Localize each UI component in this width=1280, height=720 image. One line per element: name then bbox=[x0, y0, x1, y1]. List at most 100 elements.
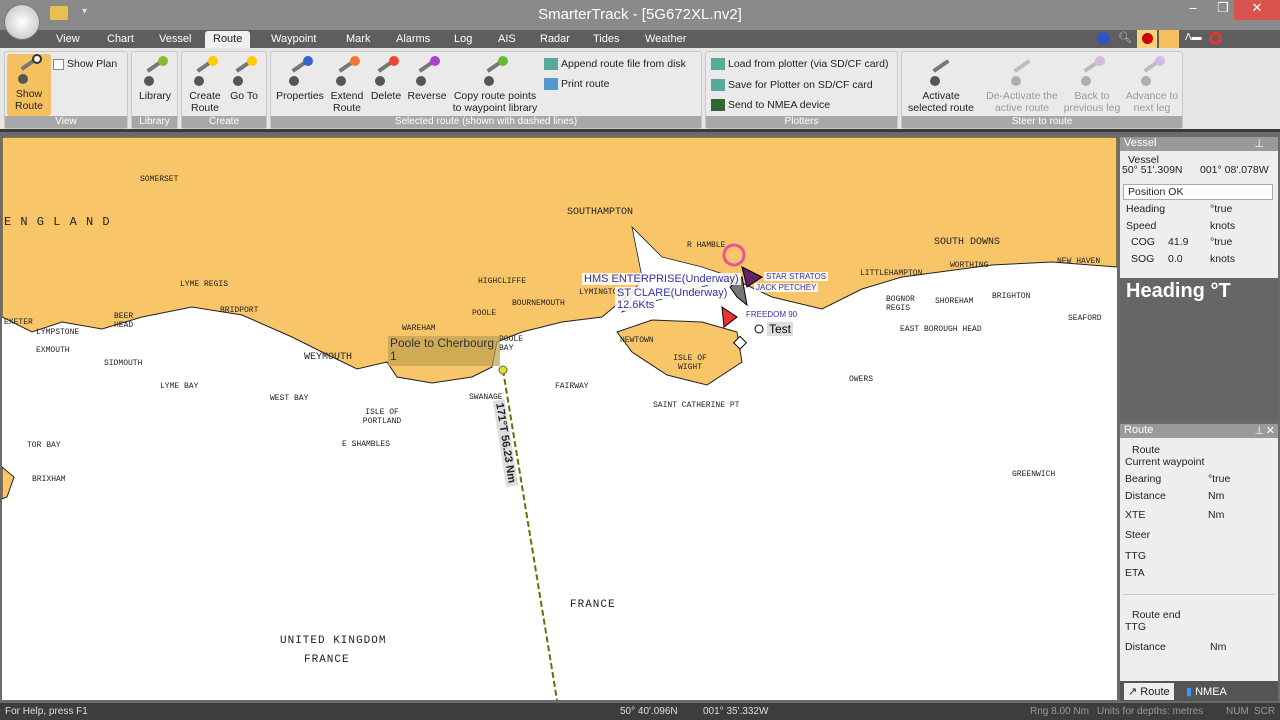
map-label: UNITED KINGDOM bbox=[280, 635, 387, 647]
extend-route-label: Extend Route bbox=[330, 90, 364, 114]
pin-icon[interactable]: ⊥ bbox=[1254, 137, 1264, 150]
ais-label[interactable]: STAR STRATOS bbox=[764, 272, 829, 281]
copy-route-points-button[interactable]: Copy route points to waypoint library bbox=[449, 56, 541, 114]
zoom-icon[interactable]: 🔍︎ bbox=[1118, 31, 1132, 44]
tab-vessel[interactable]: Vessel bbox=[151, 31, 199, 49]
save-for-plotter-button[interactable]: Save for Plotter on SD/CF card bbox=[711, 79, 873, 92]
tab-view[interactable]: View bbox=[48, 31, 88, 49]
reverse-label: Reverse bbox=[407, 90, 447, 102]
tab-route[interactable]: Route bbox=[205, 31, 251, 49]
deactivate-route-label: De-Activate the active route bbox=[986, 90, 1058, 114]
delete-button[interactable]: Delete bbox=[368, 56, 404, 102]
mark-label[interactable]: Test bbox=[767, 322, 794, 336]
map-label: EXMOUTH bbox=[36, 346, 70, 355]
group-plotters: Load from plotter (via SD/CF card) Save … bbox=[705, 51, 898, 129]
panel-tabs: ↗ Route ▮ NMEA bbox=[1120, 681, 1278, 701]
tab-route-panel[interactable]: ↗ Route bbox=[1124, 683, 1174, 700]
record-button[interactable] bbox=[1137, 30, 1157, 48]
pin-icon[interactable]: ⊥ bbox=[1254, 424, 1264, 437]
info-icon: ▮ bbox=[1186, 686, 1196, 698]
ais-label[interactable]: ST CLARE(Underway) bbox=[615, 287, 730, 299]
group-library: Library Library bbox=[131, 51, 178, 129]
map-label: SHOREHAM bbox=[935, 297, 974, 306]
map-label: NEWTOWN bbox=[620, 336, 654, 345]
status-bar: For Help, press F1 50° 40'.096N 001° 35'… bbox=[0, 703, 1280, 720]
group-label: Library bbox=[132, 116, 177, 128]
end-distance-unit: Nm bbox=[1210, 641, 1227, 653]
tab-radar[interactable]: Radar bbox=[532, 31, 578, 49]
land-england bbox=[2, 137, 1117, 384]
panel-title: Vessel bbox=[1124, 137, 1157, 149]
tab-tides[interactable]: Tides bbox=[585, 31, 628, 49]
group-view: Show Route Show Plan View bbox=[4, 51, 128, 129]
tab-log[interactable]: Log bbox=[446, 31, 480, 49]
tab-nmea-panel[interactable]: ▮ NMEA bbox=[1182, 683, 1231, 700]
print-route-button[interactable]: Print route bbox=[544, 78, 609, 91]
activate-route-label: Activate selected route bbox=[908, 90, 974, 114]
show-plan-checkbox[interactable]: Show Plan bbox=[53, 58, 117, 70]
close-button[interactable]: ✕ bbox=[1234, 0, 1280, 20]
reverse-button[interactable]: Reverse bbox=[406, 56, 448, 102]
append-route-button[interactable]: Append route file from disk bbox=[544, 58, 686, 71]
map-label: EXETER bbox=[4, 318, 33, 327]
go-to-button[interactable]: Go To bbox=[228, 56, 260, 102]
properties-button[interactable]: Properties bbox=[273, 56, 327, 102]
cursor-latitude: 50° 40'.096N bbox=[620, 706, 678, 717]
go-to-label: Go To bbox=[230, 90, 258, 102]
map-label: BOGNOR REGIS bbox=[886, 295, 915, 313]
deactivate-route-button[interactable]: De-Activate the active route bbox=[982, 56, 1062, 114]
group-label: Steer to route bbox=[902, 116, 1182, 128]
help-icon[interactable] bbox=[1097, 32, 1110, 45]
back-to-previous-leg-button[interactable]: Back to previous leg bbox=[1062, 56, 1122, 114]
heading-display: Heading °T bbox=[1120, 278, 1278, 422]
map-label: LYME REGIS bbox=[180, 280, 229, 289]
pan-hand-icon[interactable] bbox=[1159, 30, 1179, 48]
library-button[interactable]: Library bbox=[134, 56, 176, 102]
advance-to-next-leg-button[interactable]: Advance to next leg bbox=[1124, 56, 1180, 114]
create-route-button[interactable]: Create Route bbox=[184, 56, 226, 114]
map-label: FRANCE bbox=[304, 654, 350, 666]
chart-map[interactable]: E N G L A N D SOMERSET SOUTHAMPTON SOUTH… bbox=[2, 137, 1117, 700]
app-menu-button[interactable] bbox=[4, 4, 40, 40]
route-end-group-label: Route end bbox=[1132, 609, 1181, 621]
minimize-button[interactable]: – bbox=[1178, 0, 1208, 20]
cog-unit: °true bbox=[1210, 236, 1233, 248]
load-from-plotter-button[interactable]: Load from plotter (via SD/CF card) bbox=[711, 58, 888, 71]
end-ttg-label: TTG bbox=[1125, 621, 1146, 633]
map-label: TOR BAY bbox=[27, 441, 61, 450]
tab-weather[interactable]: Weather bbox=[637, 31, 694, 49]
group-label: Selected route (shown with dashed lines) bbox=[271, 116, 701, 128]
delete-label: Delete bbox=[370, 90, 402, 102]
extend-route-button[interactable]: Extend Route bbox=[329, 56, 365, 114]
distance-label: Distance bbox=[1125, 490, 1166, 502]
tab-waypoint[interactable]: Waypoint bbox=[263, 31, 324, 49]
vessel-latitude: 50° 51'.309N bbox=[1122, 164, 1183, 176]
map-label: ISLE OF WIGHT bbox=[673, 354, 707, 372]
create-route-label: Create Route bbox=[189, 90, 221, 114]
measure-icon[interactable]: Λ▬ bbox=[1185, 32, 1202, 43]
sog-label: SOG bbox=[1131, 253, 1155, 265]
map-label: POOLE BAY bbox=[499, 335, 524, 353]
panel-title: Route bbox=[1124, 424, 1154, 436]
show-route-button[interactable]: Show Route bbox=[7, 54, 51, 116]
tab-chart[interactable]: Chart bbox=[99, 31, 142, 49]
map-label: POOLE bbox=[472, 309, 497, 318]
tab-alarms[interactable]: Alarms bbox=[388, 31, 438, 49]
send-to-nmea-button[interactable]: Send to NMEA device bbox=[711, 99, 830, 112]
ais-speed-label: 12.6Kts bbox=[615, 299, 657, 311]
lifebuoy-icon[interactable] bbox=[1209, 32, 1222, 45]
map-label: WEST BAY bbox=[270, 394, 309, 403]
ais-label[interactable]: FREEDOM 90 bbox=[744, 310, 800, 319]
map-label: WEYMOUTH bbox=[304, 352, 353, 363]
tab-mark[interactable]: Mark bbox=[338, 31, 378, 49]
close-icon[interactable]: ✕ bbox=[1266, 424, 1275, 437]
heading-unit: °true bbox=[1210, 203, 1233, 215]
tab-ais[interactable]: AIS bbox=[490, 31, 524, 49]
map-label: SAINT CATHERINE PT bbox=[653, 401, 740, 410]
ais-label[interactable]: HMS ENTERPRISE(Underway) bbox=[582, 273, 741, 285]
route-name-label[interactable]: Poole to Cherbourg 1 bbox=[388, 336, 500, 366]
activate-route-button[interactable]: Activate selected route bbox=[904, 56, 978, 114]
ais-label[interactable]: JACK PETCHEY bbox=[754, 283, 819, 292]
map-label: LYME BAY bbox=[160, 382, 199, 391]
map-label: FAIRWAY bbox=[555, 382, 589, 391]
